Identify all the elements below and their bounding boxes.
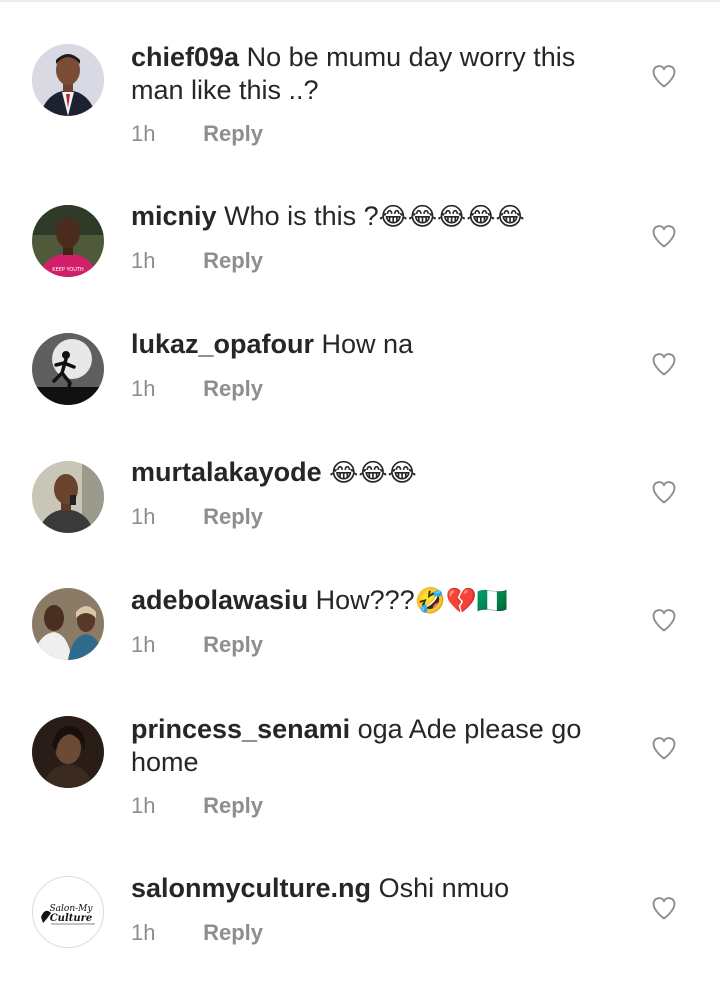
comment-text: adebolawasiu How???🤣💔🇳🇬 — [131, 584, 611, 617]
avatar[interactable] — [32, 44, 104, 116]
top-divider — [0, 0, 720, 2]
avatar[interactable] — [32, 333, 104, 405]
avatar[interactable]: Salon-My Culture — [32, 876, 104, 948]
comment-meta: 1h Reply — [131, 504, 263, 530]
logo-line2: Culture — [50, 913, 93, 924]
reply-button[interactable]: Reply — [203, 632, 263, 657]
timestamp: 1h — [131, 504, 156, 529]
comment-meta: 1h Reply — [131, 920, 263, 946]
avatar[interactable] — [32, 588, 104, 660]
timestamp: 1h — [131, 376, 156, 401]
comment-body: How??? — [315, 585, 415, 615]
reply-button[interactable]: Reply — [203, 793, 263, 818]
username[interactable]: murtalakayode — [131, 457, 322, 487]
timestamp: 1h — [131, 632, 156, 657]
heart-outline-icon[interactable] — [650, 734, 678, 762]
comment-body: Who is this ? — [224, 201, 379, 231]
timestamp: 1h — [131, 920, 156, 945]
username[interactable]: salonmyculture.ng — [131, 873, 371, 903]
timestamp: 1h — [131, 793, 156, 818]
svg-text:KEEP YOUTH: KEEP YOUTH — [52, 267, 84, 273]
comment-meta: 1h Reply — [131, 632, 263, 658]
comment-meta: 1h Reply — [131, 376, 263, 402]
comment-body: How na — [321, 329, 414, 359]
comment-text: chief09a No be mumu day worry this man l… — [131, 41, 611, 107]
reply-button[interactable]: Reply — [203, 920, 263, 945]
heart-outline-icon[interactable] — [650, 478, 678, 506]
username[interactable]: lukaz_opafour — [131, 329, 314, 359]
username[interactable]: adebolawasiu — [131, 585, 308, 615]
reply-button[interactable]: Reply — [203, 121, 263, 146]
comment-body-line2: man like this ..? — [131, 75, 319, 105]
comment-text: princess_senami oga Ade please go home — [131, 713, 611, 779]
comment-body: No be mumu day worry this — [246, 42, 576, 72]
reply-button[interactable]: Reply — [203, 248, 263, 273]
heart-outline-icon[interactable] — [650, 894, 678, 922]
comment-meta: 1h Reply — [131, 121, 263, 147]
timestamp: 1h — [131, 121, 156, 146]
comment-meta: 1h Reply — [131, 248, 263, 274]
heart-outline-icon[interactable] — [650, 350, 678, 378]
comment-text: salonmyculture.ng Oshi nmuo — [131, 872, 611, 905]
comment-text: micniy Who is this ?😂😂😂😂😂 — [131, 200, 611, 233]
reply-button[interactable]: Reply — [203, 376, 263, 401]
heart-outline-icon[interactable] — [650, 222, 678, 250]
emoji: 😂😂😂 — [329, 458, 417, 487]
timestamp: 1h — [131, 248, 156, 273]
salon-my-culture-logo: Salon-My Culture — [33, 877, 103, 947]
avatar[interactable] — [32, 461, 104, 533]
avatar[interactable] — [32, 716, 104, 788]
username[interactable]: princess_senami — [131, 714, 350, 744]
avatar[interactable]: KEEP YOUTH — [32, 205, 104, 277]
comment-meta: 1h Reply — [131, 793, 263, 819]
reply-button[interactable]: Reply — [203, 504, 263, 529]
comment-text: murtalakayode 😂😂😂 — [131, 456, 611, 489]
emoji: 🤣💔🇳🇬 — [414, 586, 509, 615]
username[interactable]: micniy — [131, 201, 217, 231]
emoji: 😂😂😂😂😂 — [378, 202, 525, 231]
heart-outline-icon[interactable] — [650, 606, 678, 634]
comment-text: lukaz_opafour How na — [131, 328, 611, 361]
comment-body: Oshi nmuo — [378, 873, 510, 903]
heart-outline-icon[interactable] — [650, 62, 678, 90]
comment-body-line2: home — [131, 747, 199, 777]
username[interactable]: chief09a — [131, 42, 239, 72]
comment-body: oga Ade please go — [357, 714, 582, 744]
